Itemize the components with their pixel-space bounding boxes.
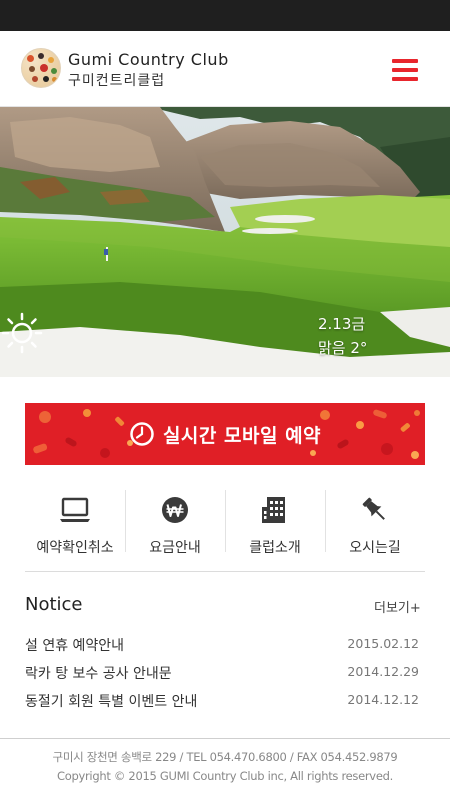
site-header: Gumi Country Club 구미컨트리클럽 [0, 31, 450, 107]
brand-name-korean: 구미컨트리클럽 [68, 73, 166, 89]
notice-item-title: 락카 탕 보수 공사 안내문 [25, 666, 172, 682]
quick-menu-club-intro[interactable]: 클럽소개 [225, 490, 325, 562]
quick-menu: 예약확인취소 요금안내 클럽소개 오시는길 [25, 490, 425, 572]
notice-item-date: 2015.02.12 [347, 636, 419, 651]
won-icon [162, 497, 188, 523]
hamburger-menu-icon[interactable] [392, 58, 420, 82]
notice-item[interactable]: 락카 탕 보수 공사 안내문 2014.12.29 [25, 663, 425, 685]
footer-copyright: Copyright © 2015 GUMI Country Club inc, … [57, 769, 393, 783]
banner-label: 실시간 모바일 예약 [162, 424, 322, 447]
notice-item-title: 동절기 회원 특별 이벤트 안내 [25, 694, 198, 710]
footer-address: 구미시 장천면 송백로 229 / TEL 054.470.6800 / FAX… [52, 750, 398, 764]
hero-image: 2.13금 맑음 2° [0, 107, 450, 377]
site-footer: 구미시 장천면 송백로 229 / TEL 054.470.6800 / FAX… [0, 738, 450, 800]
pushpin-icon [362, 497, 385, 520]
weather-date: 2.13금 [318, 315, 366, 333]
quick-menu-label: 클럽소개 [249, 540, 301, 556]
building-icon [262, 497, 285, 523]
mobile-reservation-banner[interactable]: 실시간 모바일 예약 [25, 403, 425, 465]
sun-icon [1, 312, 43, 354]
clock-icon [130, 422, 154, 446]
quick-menu-reservation[interactable]: 예약확인취소 [25, 490, 125, 562]
notice-title: Notice [25, 594, 83, 615]
notice-item[interactable]: 동절기 회원 특별 이벤트 안내 2014.12.12 [25, 691, 425, 713]
notice-item-title: 설 연휴 예약안내 [25, 638, 125, 654]
notice-item[interactable]: 설 연휴 예약안내 2015.02.12 [25, 635, 425, 657]
quick-menu-label: 오시는길 [349, 540, 401, 556]
notice-more-link[interactable]: 더보기+ [374, 597, 421, 616]
quick-menu-label: 예약확인취소 [36, 540, 114, 556]
quick-menu-fees[interactable]: 요금안내 [125, 490, 225, 562]
logo-icon[interactable] [21, 48, 61, 88]
status-bar [0, 0, 450, 31]
weather-description: 맑음 2° [318, 339, 368, 357]
quick-menu-directions[interactable]: 오시는길 [325, 490, 425, 562]
notice-item-date: 2014.12.12 [347, 692, 419, 707]
brand-name-english: Gumi Country Club [68, 50, 229, 69]
golf-course-photo [0, 107, 450, 377]
notice-item-date: 2014.12.29 [347, 664, 419, 679]
quick-menu-label: 요금안내 [149, 540, 201, 556]
laptop-icon [60, 497, 90, 522]
